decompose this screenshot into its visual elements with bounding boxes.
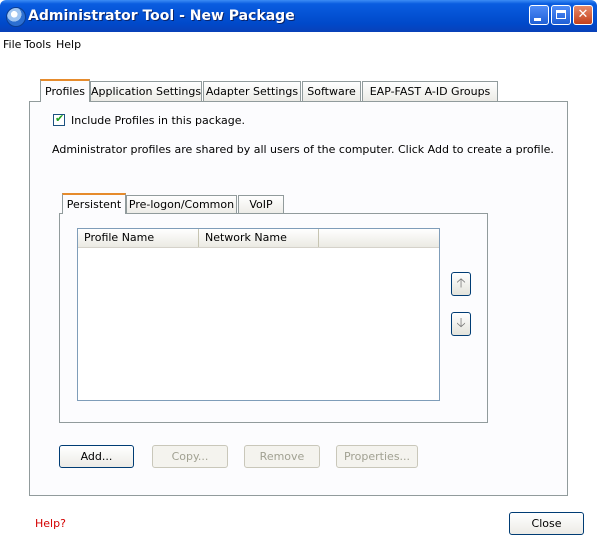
tab-adapter-settings[interactable]: Adapter Settings <box>203 81 301 101</box>
menu-tools[interactable]: Tools <box>24 38 51 51</box>
tab-application-settings[interactable]: Application Settings <box>90 81 202 101</box>
remove-button[interactable]: Remove <box>244 445 320 468</box>
minimize-icon <box>534 18 541 21</box>
close-icon: ✕ <box>577 7 589 22</box>
move-up-button[interactable]: 🡡 <box>451 272 471 296</box>
window-title: Administrator Tool - New Package <box>28 8 295 24</box>
minimize-button[interactable] <box>529 5 549 25</box>
menu-bar: File Tools Help <box>0 34 597 54</box>
list-header: Profile Name Network Name <box>78 229 439 248</box>
arrow-up-icon: 🡡 <box>456 276 466 291</box>
tab-voip[interactable]: VoIP <box>238 195 284 214</box>
move-down-button[interactable]: 🡣 <box>451 312 471 336</box>
menu-help[interactable]: Help <box>56 38 81 51</box>
column-profile-name[interactable]: Profile Name <box>78 229 199 247</box>
column-network-name[interactable]: Network Name <box>199 229 319 247</box>
arrow-down-icon: 🡣 <box>456 316 466 331</box>
maximize-button[interactable] <box>551 5 571 25</box>
include-profiles-label[interactable]: Include Profiles in this package. <box>71 114 245 127</box>
close-button[interactable]: Close <box>509 512 584 535</box>
tab-profiles[interactable]: Profiles <box>40 79 90 102</box>
application-window: Administrator Tool - New Package ✕ File … <box>0 0 597 548</box>
tab-persistent[interactable]: Persistent <box>62 193 126 214</box>
help-link[interactable]: Help? <box>35 517 66 530</box>
copy-button[interactable]: Copy... <box>152 445 228 468</box>
profiles-description: Administrator profiles are shared by all… <box>52 143 554 156</box>
tab-pre-logon-common[interactable]: Pre-logon/Common <box>126 195 237 214</box>
tab-software[interactable]: Software <box>302 81 361 101</box>
checkmark-icon: ✔ <box>55 112 65 125</box>
maximize-icon <box>556 10 566 19</box>
profile-list[interactable]: Profile Name Network Name <box>77 228 440 401</box>
tab-eap-fast-aid-groups[interactable]: EAP-FAST A-ID Groups <box>362 81 498 101</box>
network-app-icon[interactable] <box>6 7 26 27</box>
menu-file[interactable]: File <box>3 38 21 51</box>
title-bar[interactable]: Administrator Tool - New Package ✕ <box>0 0 597 32</box>
include-profiles-checkbox[interactable]: ✔ <box>53 112 65 126</box>
close-window-button[interactable]: ✕ <box>573 5 593 25</box>
properties-button[interactable]: Properties... <box>336 445 418 468</box>
add-button[interactable]: Add... <box>59 445 134 468</box>
